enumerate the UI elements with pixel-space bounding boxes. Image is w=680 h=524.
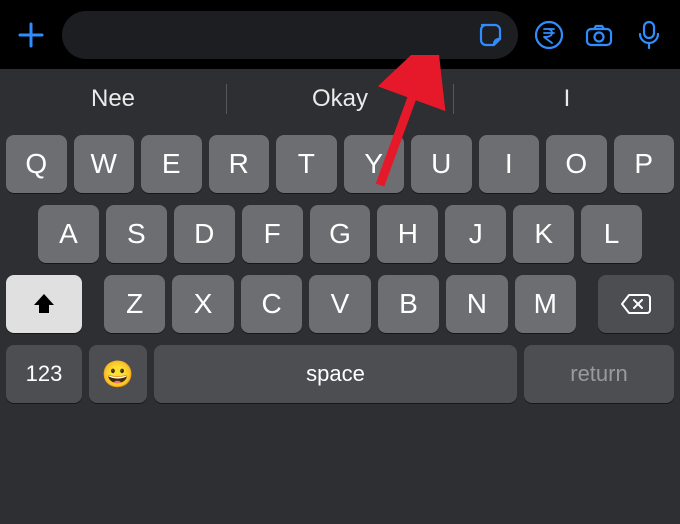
key-a[interactable]: A xyxy=(38,205,99,263)
key-return[interactable]: return xyxy=(524,345,674,403)
keyboard-row-1: Q W E R T Y U I O P xyxy=(6,135,674,193)
suggestion-3[interactable]: I xyxy=(454,85,680,113)
shift-icon xyxy=(31,291,57,317)
key-n[interactable]: N xyxy=(446,275,507,333)
camera-icon xyxy=(583,19,615,51)
keyboard: Q W E R T Y U I O P A S D F G H J K L Z … xyxy=(0,129,680,409)
key-y[interactable]: Y xyxy=(344,135,405,193)
keyboard-row-2: A S D F G H J K L xyxy=(6,205,674,263)
key-backspace[interactable] xyxy=(598,275,674,333)
key-w[interactable]: W xyxy=(74,135,135,193)
key-k[interactable]: K xyxy=(513,205,574,263)
add-button[interactable] xyxy=(12,16,50,54)
plus-icon xyxy=(16,20,46,50)
key-z[interactable]: Z xyxy=(104,275,165,333)
suggestion-1[interactable]: Nee xyxy=(0,85,226,113)
key-t[interactable]: T xyxy=(276,135,337,193)
suggestion-2[interactable]: Okay xyxy=(227,85,453,113)
key-r[interactable]: R xyxy=(209,135,270,193)
key-f[interactable]: F xyxy=(242,205,303,263)
key-numbers[interactable]: 123 xyxy=(6,345,82,403)
key-shift[interactable] xyxy=(6,275,82,333)
key-o[interactable]: O xyxy=(546,135,607,193)
key-space[interactable]: space xyxy=(154,345,517,403)
camera-button[interactable] xyxy=(580,16,618,54)
keyboard-row-3: Z X C V B N M xyxy=(6,275,674,333)
key-emoji[interactable]: 😀 xyxy=(89,345,147,403)
key-q[interactable]: Q xyxy=(6,135,67,193)
key-h[interactable]: H xyxy=(377,205,438,263)
key-e[interactable]: E xyxy=(141,135,202,193)
key-m[interactable]: M xyxy=(515,275,576,333)
key-v[interactable]: V xyxy=(309,275,370,333)
payment-button[interactable] xyxy=(530,16,568,54)
chat-input-bar xyxy=(0,0,680,69)
key-j[interactable]: J xyxy=(445,205,506,263)
key-c[interactable]: C xyxy=(241,275,302,333)
key-g[interactable]: G xyxy=(310,205,371,263)
backspace-icon xyxy=(620,292,652,316)
key-p[interactable]: P xyxy=(614,135,675,193)
key-u[interactable]: U xyxy=(411,135,472,193)
suggestion-bar: Nee Okay I xyxy=(0,69,680,129)
key-b[interactable]: B xyxy=(378,275,439,333)
keyboard-row-4: 123 😀 space return xyxy=(6,345,674,403)
key-d[interactable]: D xyxy=(174,205,235,263)
rupee-icon xyxy=(533,19,565,51)
mic-icon xyxy=(634,19,664,51)
sticker-button[interactable] xyxy=(474,18,508,52)
key-s[interactable]: S xyxy=(106,205,167,263)
message-input[interactable] xyxy=(62,11,518,59)
key-x[interactable]: X xyxy=(172,275,233,333)
sticker-icon xyxy=(476,20,506,50)
key-l[interactable]: L xyxy=(581,205,642,263)
voice-button[interactable] xyxy=(630,16,668,54)
key-i[interactable]: I xyxy=(479,135,540,193)
